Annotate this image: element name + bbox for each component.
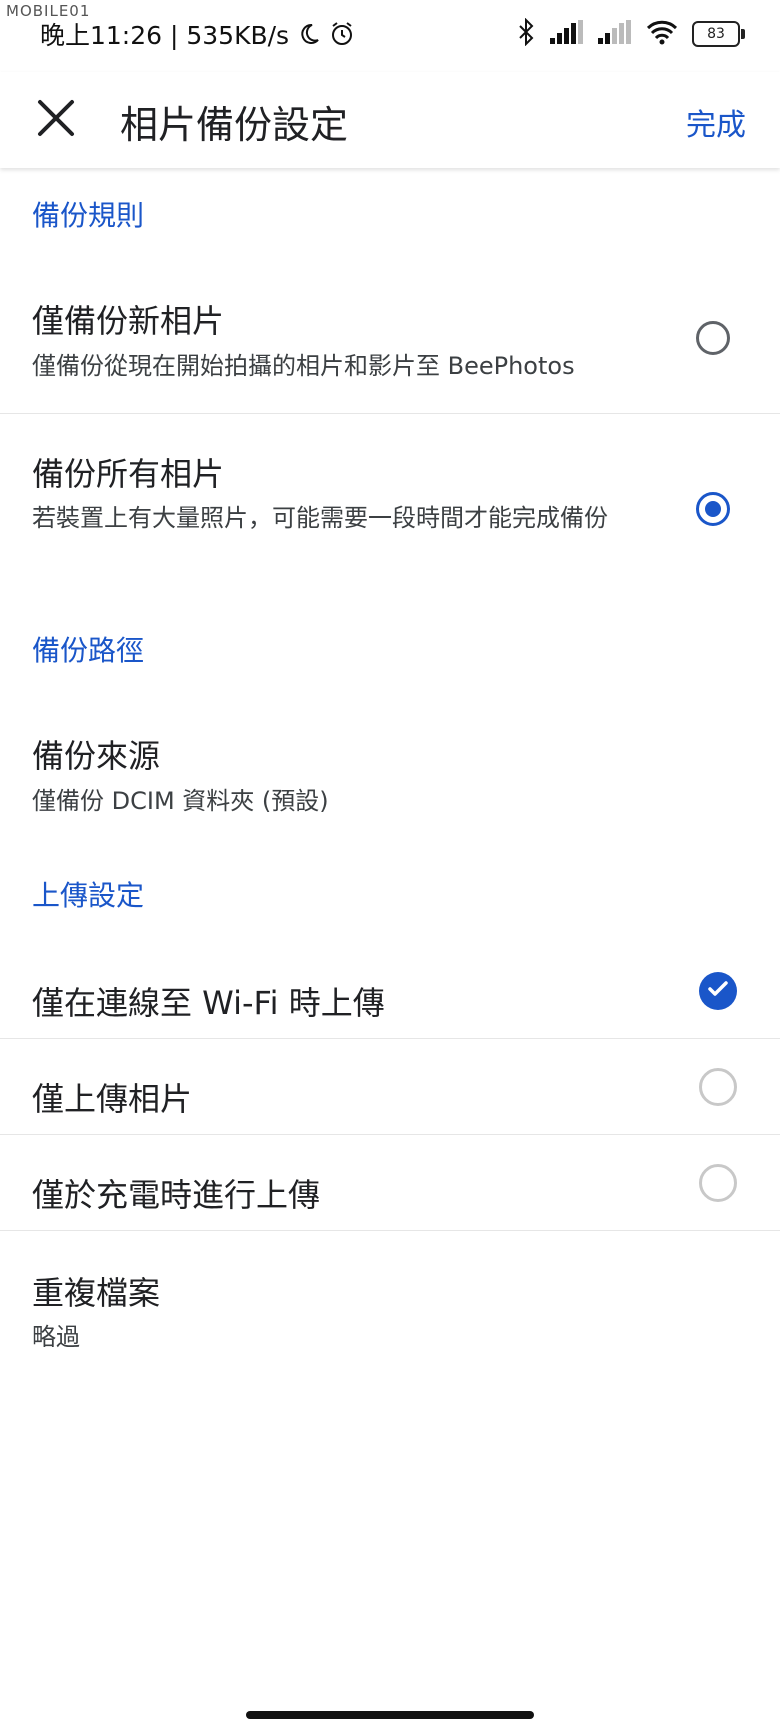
toggle-label: 僅於充電時進行上傳 [32, 1176, 321, 1214]
home-indicator[interactable] [246, 1711, 534, 1719]
option-title: 僅備份新相片 [32, 302, 225, 340]
divider [0, 1038, 780, 1039]
radio-backup-all[interactable] [696, 492, 730, 526]
page-title: 相片備份設定 [120, 103, 349, 147]
section-header-backup-rules: 備份規則 [32, 199, 145, 232]
checkbox-charging-only[interactable] [699, 1164, 737, 1202]
wifi-icon [646, 19, 678, 49]
status-right: 83 [516, 17, 745, 50]
battery-icon: 83 [692, 21, 745, 47]
alarm-icon [329, 21, 355, 53]
status-left: 晚上11:26 | 535KB/s [40, 16, 355, 53]
radio-backup-new-only[interactable] [696, 321, 730, 355]
setting-subtitle: 僅備份 DCIM 資料夾 (預設) [32, 787, 329, 815]
bluetooth-icon [516, 17, 536, 50]
option-subtitle: 僅備份從現在開始拍攝的相片和影片至 BeePhotos [32, 352, 575, 380]
option-title: 備份所有相片 [32, 455, 225, 493]
status-speed: 535KB/s [186, 21, 290, 50]
app-bar: 相片備份設定 完成 [0, 72, 780, 168]
divider [0, 1230, 780, 1231]
check-icon [706, 977, 730, 1005]
setting-title: 備份來源 [32, 737, 161, 775]
setting-title: 重複檔案 [32, 1274, 161, 1312]
close-icon [36, 98, 76, 142]
signal-icon [550, 20, 584, 48]
signal-icon-secondary [598, 20, 632, 48]
divider [0, 1134, 780, 1135]
option-subtitle: 若裝置上有大量照片，可能需要一段時間才能完成備份 [32, 504, 608, 532]
toggle-label: 僅上傳相片 [32, 1080, 193, 1118]
toggle-label: 僅在連線至 Wi-Fi 時上傳 [32, 984, 385, 1022]
divider [0, 413, 780, 414]
done-button[interactable]: 完成 [686, 100, 746, 144]
section-header-upload-settings: 上傳設定 [32, 879, 145, 912]
setting-subtitle: 略過 [32, 1323, 80, 1351]
status-bar: MOBILE01 晚上11:26 | 535KB/s 83 [0, 0, 780, 72]
status-time: 晚上11:26 [40, 21, 163, 50]
checkbox-wifi-only[interactable] [699, 972, 737, 1010]
section-header-backup-path: 備份路徑 [32, 634, 145, 667]
moon-icon [297, 22, 321, 52]
close-button[interactable] [30, 94, 82, 146]
checkbox-photos-only[interactable] [699, 1068, 737, 1106]
status-separator: | [170, 21, 187, 50]
